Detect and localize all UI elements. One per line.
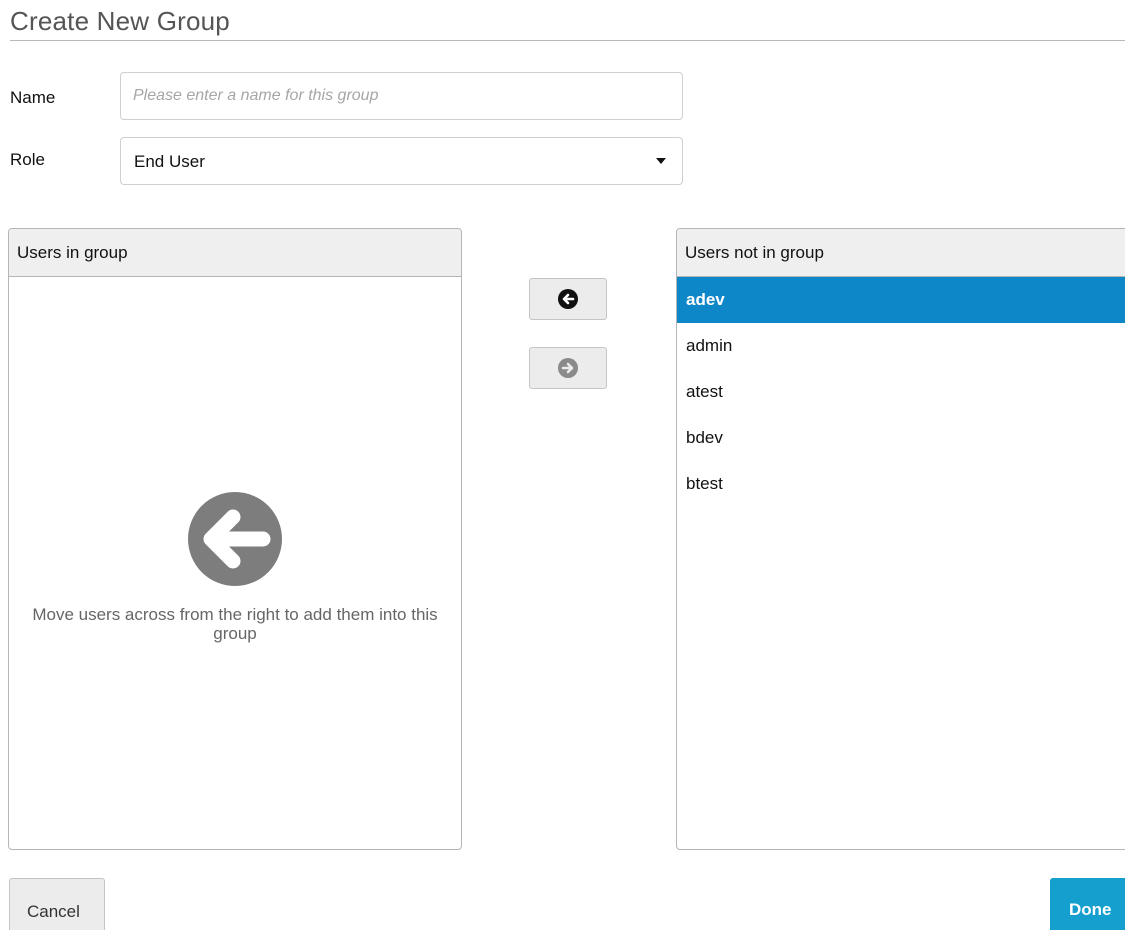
create-group-dialog: Create New Group Name Role End User User…	[0, 0, 1125, 930]
users-not-in-group-panel: Users not in group adev admin atest bdev…	[676, 228, 1125, 850]
role-select-value: End User	[134, 152, 205, 171]
arrow-right-circle-icon	[558, 358, 578, 378]
list-item[interactable]: admin	[677, 323, 1125, 369]
remove-from-group-button[interactable]	[529, 347, 607, 389]
empty-state: Move users across from the right to add …	[9, 491, 461, 643]
page-title: Create New Group	[10, 6, 230, 36]
role-select[interactable]: End User	[120, 137, 683, 185]
users-not-in-group-header: Users not in group	[677, 229, 1125, 277]
users-in-group-header: Users in group	[9, 229, 461, 277]
add-to-group-button[interactable]	[529, 278, 607, 320]
arrow-left-circle-icon	[188, 492, 282, 586]
title-divider	[10, 40, 1125, 41]
arrow-left-circle-icon	[558, 289, 578, 309]
list-item[interactable]: bdev	[677, 415, 1125, 461]
done-button[interactable]: Done	[1050, 878, 1125, 930]
cancel-button[interactable]: Cancel	[9, 878, 105, 930]
empty-state-message: Move users across from the right to add …	[32, 605, 438, 643]
users-in-group-panel: Users in group Move users across from th…	[8, 228, 462, 850]
list-item[interactable]: btest	[677, 461, 1125, 507]
role-label: Role	[10, 150, 45, 169]
list-item[interactable]: atest	[677, 369, 1125, 415]
users-not-in-group-list: adev admin atest bdev btest	[677, 277, 1125, 507]
caret-down-icon	[656, 158, 666, 164]
group-name-input[interactable]	[120, 72, 683, 120]
name-label: Name	[10, 88, 56, 107]
list-item[interactable]: adev	[677, 277, 1125, 323]
